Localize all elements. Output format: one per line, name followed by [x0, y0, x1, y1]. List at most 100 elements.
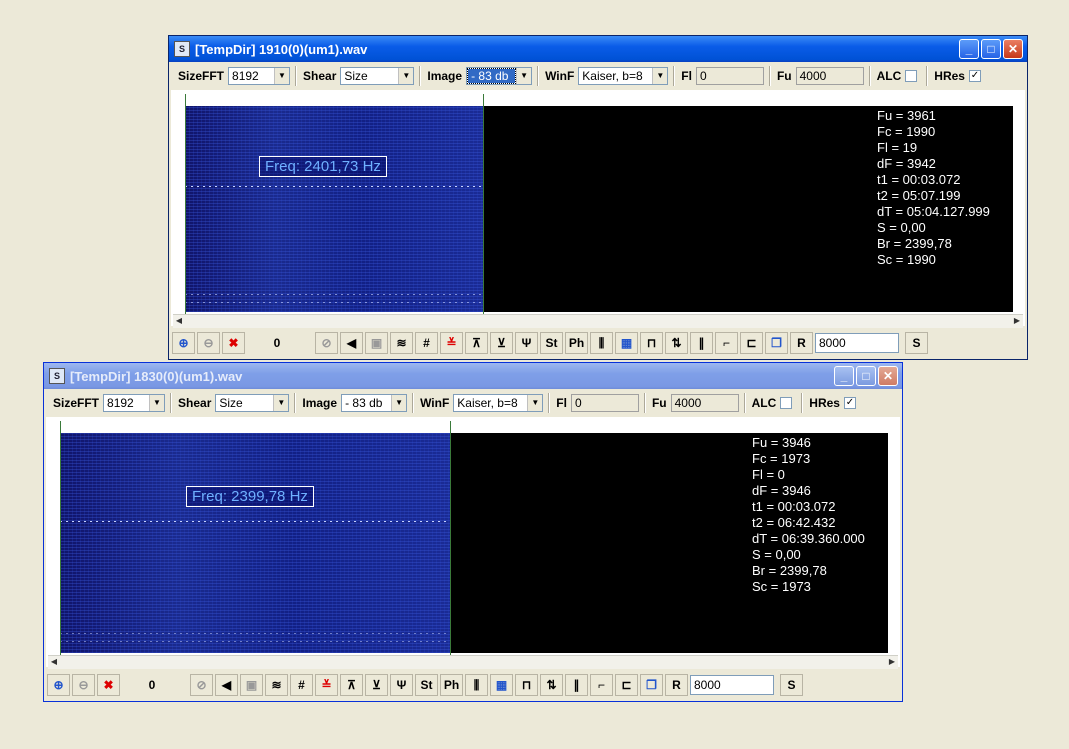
right-cursor-line[interactable] — [483, 94, 484, 314]
hres-checkbox[interactable]: ✓ — [843, 397, 856, 409]
graph-icon[interactable]: ≋ — [390, 332, 413, 354]
shear-select[interactable]: Size ▼ — [215, 394, 290, 412]
pulse-icon[interactable]: ⊓ — [515, 674, 538, 696]
speaker-icon[interactable]: ◀ — [340, 332, 363, 354]
hres-checkbox[interactable]: ✓ — [968, 70, 981, 82]
maximize-button[interactable]: □ — [981, 39, 1001, 59]
sizefft-value: 8192 — [232, 69, 259, 83]
winf-select[interactable]: Kaiser, b=8 ▼ — [578, 67, 669, 85]
scroll-right-icon[interactable]: ▶ — [886, 656, 898, 668]
title-bar[interactable]: S [TempDir] 1830(0)(um1).wav _ □ ✕ — [44, 363, 902, 389]
r-button[interactable]: R — [665, 674, 688, 696]
spectrogram-canvas[interactable]: Freq: 2399,78 Hz Fu = 3946 Fc = 1973 Fl … — [60, 433, 888, 653]
spectrogram-canvas[interactable]: Freq: 2401,73 Hz Fu = 3961 Fc = 1990 Fl … — [185, 106, 1013, 312]
scroll-right-icon[interactable]: ▶ — [1011, 315, 1023, 327]
winf-select[interactable]: Kaiser, b=8 ▼ — [453, 394, 544, 412]
spectrum-app-icon[interactable]: S — [49, 368, 65, 384]
right-cursor-line[interactable] — [450, 421, 451, 655]
split-icon[interactable]: ⊼ — [465, 332, 488, 354]
chart-icon[interactable]: ≚ — [440, 332, 463, 354]
image-value: - 83 db — [467, 68, 517, 84]
hash-icon[interactable]: # — [290, 674, 313, 696]
rate-input[interactable]: 8000 — [690, 675, 774, 695]
down-arrow-icon[interactable]: ⊻ — [490, 332, 513, 354]
zoom-out-icon[interactable]: ⊖ — [197, 332, 220, 354]
stop-icon[interactable]: ⊘ — [190, 674, 213, 696]
maximize-button[interactable]: □ — [856, 366, 876, 386]
stop-icon[interactable]: ⊘ — [315, 332, 338, 354]
s-button[interactable]: S — [780, 674, 803, 696]
ph-button[interactable]: Ph — [565, 332, 588, 354]
step-icon[interactable]: ⌐ — [715, 332, 738, 354]
readout-fu: Fu = 3961 — [877, 108, 936, 123]
spectrum-window-2: S [TempDir] 1830(0)(um1).wav _ □ ✕ SizeF… — [43, 362, 903, 702]
bracket-icon[interactable]: ⊏ — [615, 674, 638, 696]
alc-checkbox[interactable] — [905, 70, 918, 82]
st-button[interactable]: St — [415, 674, 438, 696]
square-icon[interactable]: ▣ — [365, 332, 388, 354]
horizontal-scrollbar[interactable]: ◀ ▶ — [173, 314, 1023, 328]
updown-icon[interactable]: ⇅ — [540, 674, 563, 696]
s-button[interactable]: S — [905, 332, 928, 354]
chevron-down-icon: ▼ — [652, 68, 668, 84]
step-icon[interactable]: ⌐ — [590, 674, 613, 696]
or-icon[interactable]: ∥ — [690, 332, 713, 354]
zoom-in-icon[interactable]: ⊕ — [47, 674, 70, 696]
measurement-readout: Fu = 3946 Fc = 1973 Fl = 0 dF = 3946 t1 … — [752, 435, 865, 595]
close-button[interactable]: ✕ — [1003, 39, 1023, 59]
title-bar[interactable]: S [TempDir] 1910(0)(um1).wav _ □ ✕ — [169, 36, 1027, 62]
speaker-icon[interactable]: ◀ — [215, 674, 238, 696]
comb-icon[interactable]: ⫼ — [465, 674, 488, 696]
bracket-icon[interactable]: ⊏ — [740, 332, 763, 354]
close-button[interactable]: ✕ — [878, 366, 898, 386]
updown-icon[interactable]: ⇅ — [665, 332, 688, 354]
st-button[interactable]: St — [540, 332, 563, 354]
alc-checkbox[interactable] — [780, 397, 793, 409]
shear-select[interactable]: Size ▼ — [340, 67, 415, 85]
pulse-icon[interactable]: ⊓ — [640, 332, 663, 354]
delete-icon[interactable]: ✖ — [97, 674, 120, 696]
down-arrow-icon[interactable]: ⊻ — [365, 674, 388, 696]
rate-input[interactable]: 8000 — [815, 333, 899, 353]
scroll-left-icon[interactable]: ◀ — [173, 315, 185, 327]
copy-icon[interactable]: ❐ — [765, 332, 788, 354]
fu-field[interactable]: 4000 — [795, 67, 864, 85]
sizefft-select[interactable]: 8192 ▼ — [228, 67, 291, 85]
sizefft-select[interactable]: 8192 ▼ — [103, 394, 166, 412]
comb-icon[interactable]: ⫼ — [590, 332, 613, 354]
square-icon[interactable]: ▣ — [240, 674, 263, 696]
readout-sc: Sc = 1990 — [877, 252, 936, 267]
grid-icon[interactable]: ▦ — [615, 332, 638, 354]
or-icon[interactable]: ∥ — [565, 674, 588, 696]
r-button[interactable]: R — [790, 332, 813, 354]
image-select[interactable]: - 83 db ▼ — [466, 67, 533, 85]
spectrum-app-icon[interactable]: S — [174, 41, 190, 57]
fu-field[interactable]: 4000 — [670, 394, 739, 412]
grid-icon[interactable]: ▦ — [490, 674, 513, 696]
scroll-left-icon[interactable]: ◀ — [48, 656, 60, 668]
fl-field[interactable]: 0 — [695, 67, 764, 85]
split-icon[interactable]: ⊼ — [340, 674, 363, 696]
spectrogram-image — [60, 433, 450, 653]
copy-icon[interactable]: ❐ — [640, 674, 663, 696]
spectrum-window-1: S [TempDir] 1910(0)(um1).wav _ □ ✕ SizeF… — [168, 35, 1028, 360]
filter-icon[interactable]: Ψ — [390, 674, 413, 696]
zoom-out-icon[interactable]: ⊖ — [72, 674, 95, 696]
filter-icon[interactable]: Ψ — [515, 332, 538, 354]
graph-icon[interactable]: ≋ — [265, 674, 288, 696]
fl-field[interactable]: 0 — [570, 394, 639, 412]
left-cursor-line[interactable] — [60, 421, 61, 655]
sizefft-label: SizeFFT — [178, 69, 225, 83]
left-cursor-line[interactable] — [185, 94, 186, 314]
hash-icon[interactable]: # — [415, 332, 438, 354]
horizontal-scrollbar[interactable]: ◀ ▶ — [48, 655, 898, 669]
minimize-button[interactable]: _ — [834, 366, 854, 386]
image-select[interactable]: - 83 db ▼ — [341, 394, 408, 412]
readout-dt: dT = 06:39.360.000 — [752, 531, 865, 546]
delete-icon[interactable]: ✖ — [222, 332, 245, 354]
plot-area: Freq: 2401,73 Hz Fu = 3961 Fc = 1990 Fl … — [171, 90, 1025, 328]
ph-button[interactable]: Ph — [440, 674, 463, 696]
minimize-button[interactable]: _ — [959, 39, 979, 59]
chart-icon[interactable]: ≚ — [315, 674, 338, 696]
zoom-in-icon[interactable]: ⊕ — [172, 332, 195, 354]
